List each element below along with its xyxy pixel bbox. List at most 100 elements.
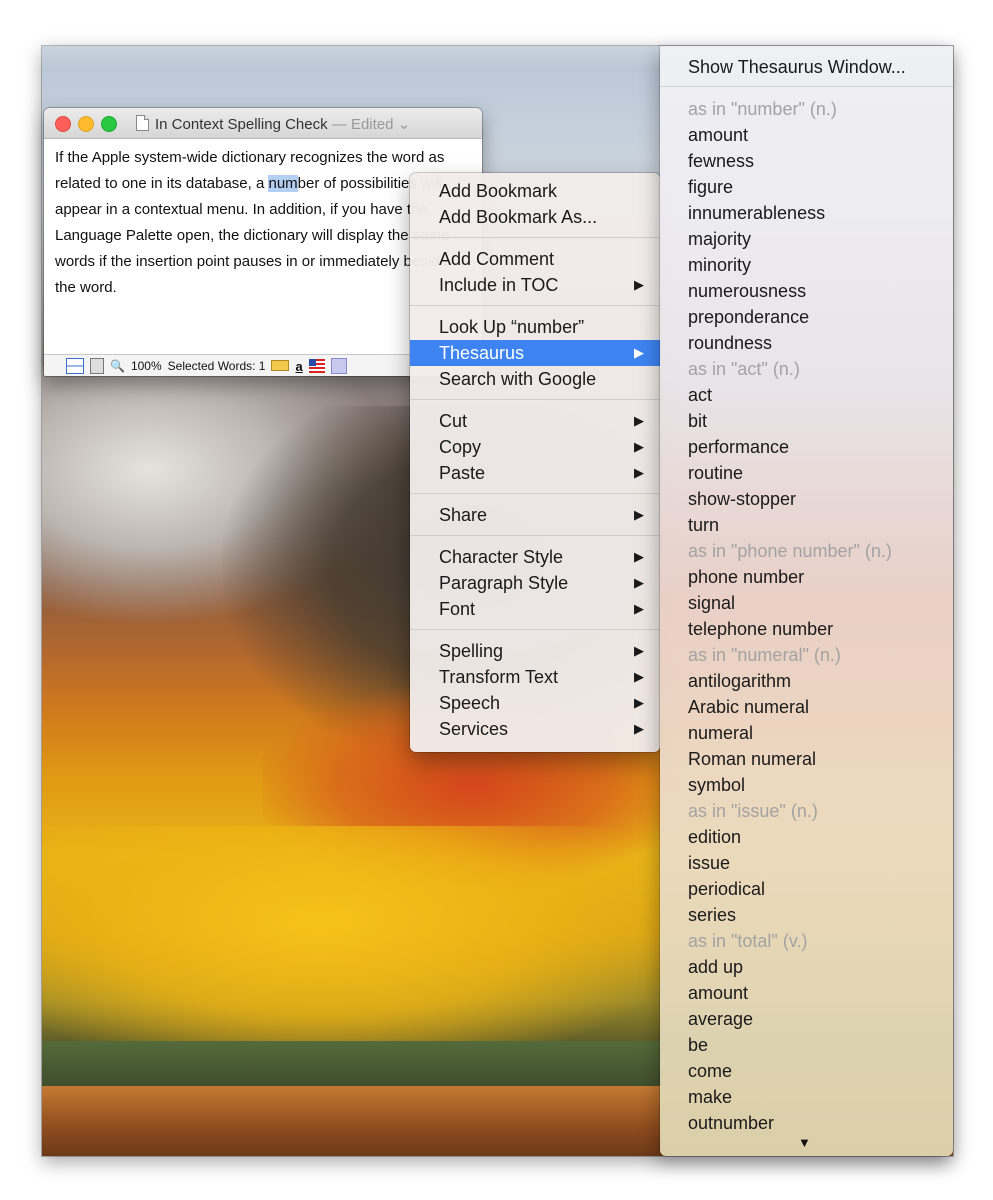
thesaurus-synonym-item[interactable]: phone number xyxy=(660,564,953,590)
thesaurus-synonym-item[interactable]: Roman numeral xyxy=(660,746,953,772)
thesaurus-synonym-item[interactable]: edition xyxy=(660,824,953,850)
thesaurus-synonym-item[interactable]: routine xyxy=(660,460,953,486)
thesaurus-synonym-item[interactable]: minority xyxy=(660,252,953,278)
zoom-window-button[interactable] xyxy=(101,116,117,132)
menu-item-label: Paste xyxy=(439,463,486,483)
thesaurus-synonym-item[interactable]: performance xyxy=(660,434,953,460)
thesaurus-synonym-item[interactable]: issue xyxy=(660,850,953,876)
ruler-icon[interactable] xyxy=(271,360,290,371)
thesaurus-synonym-item[interactable]: make xyxy=(660,1084,953,1110)
thesaurus-synonym-item[interactable]: amount xyxy=(660,122,953,148)
menu-item-label: Paragraph Style xyxy=(439,573,569,593)
submenu-arrow-icon: ▶ xyxy=(634,413,644,428)
thesaurus-synonym-item[interactable]: turn xyxy=(660,512,953,538)
clipboard-icon[interactable] xyxy=(90,357,104,374)
thesaurus-synonym-item[interactable]: periodical xyxy=(660,876,953,902)
menu-item-font[interactable]: Font ▶ xyxy=(410,596,660,622)
thesaurus-synonym-item[interactable]: Arabic numeral xyxy=(660,694,953,720)
minimize-window-button[interactable] xyxy=(78,116,94,132)
menu-item-label: Spelling xyxy=(439,641,504,661)
submenu-arrow-icon: ▶ xyxy=(634,695,644,710)
menu-item-thesaurus[interactable]: Thesaurus ▶ xyxy=(410,340,660,366)
menu-item-label: Add Comment xyxy=(439,249,555,269)
document-title[interactable]: In Context Spelling Check — Edited ⌄ xyxy=(136,115,410,133)
document-icon xyxy=(136,115,149,131)
language-flag-icon[interactable] xyxy=(308,358,325,373)
document-titlebar[interactable]: In Context Spelling Check — Edited ⌄ xyxy=(44,108,482,139)
thesaurus-sense-header: as in "act" (n.) xyxy=(688,359,800,379)
menu-item-add-comment[interactable]: Add Comment xyxy=(410,246,660,272)
thesaurus-synonym-item[interactable]: antilogarithm xyxy=(660,668,953,694)
thesaurus-synonym-item[interactable]: show-stopper xyxy=(660,486,953,512)
thesaurus-sense-header: as in "numeral" (n.) xyxy=(688,645,841,665)
menu-item-label: Add Bookmark As... xyxy=(439,207,598,227)
amazon-icon[interactable]: a xyxy=(295,359,302,374)
thesaurus-sense-header: as in "phone number" (n.) xyxy=(688,541,892,561)
thesaurus-synonym-item[interactable]: innumerableness xyxy=(660,200,953,226)
menu-item-label: Copy xyxy=(439,437,482,457)
menu-separator xyxy=(410,305,660,306)
close-window-button[interactable] xyxy=(55,116,71,132)
thesaurus-synonym-item[interactable]: act xyxy=(660,382,953,408)
menu-item-label: Look Up “number” xyxy=(439,317,585,337)
text-box-icon[interactable] xyxy=(330,357,347,374)
menu-item-label: Transform Text xyxy=(439,667,559,687)
menu-item-copy[interactable]: Copy ▶ xyxy=(410,434,660,460)
chevron-down-icon[interactable]: ⌄ xyxy=(394,116,411,133)
menu-item-label: Thesaurus xyxy=(439,343,525,363)
menu-item-speech[interactable]: Speech ▶ xyxy=(410,690,660,716)
thesaurus-synonym-item[interactable]: symbol xyxy=(660,772,953,798)
menu-item-add-bookmark-as[interactable]: Add Bookmark As... xyxy=(410,204,660,230)
submenu-arrow-icon: ▶ xyxy=(634,643,644,658)
submenu-arrow-icon: ▶ xyxy=(634,439,644,454)
submenu-arrow-icon: ▶ xyxy=(634,345,644,360)
thesaurus-synonym-item[interactable]: numerousness xyxy=(660,278,953,304)
menu-item-services[interactable]: Services ▶ xyxy=(410,716,660,742)
thesaurus-synonym-item[interactable]: preponderance xyxy=(660,304,953,330)
menu-item-label: Character Style xyxy=(439,547,564,567)
thesaurus-synonym-item[interactable]: roundness xyxy=(660,330,953,356)
zoom-level[interactable]: 100% xyxy=(131,359,162,373)
thesaurus-submenu: Show Thesaurus Window... as in "number" … xyxy=(660,46,953,1156)
thesaurus-synonym-item[interactable]: amount xyxy=(660,980,953,1006)
menu-item-look-up-number[interactable]: Look Up “number” xyxy=(410,314,660,340)
menu-item-label: Services xyxy=(439,719,509,739)
show-thesaurus-window-item[interactable]: Show Thesaurus Window... xyxy=(660,46,953,87)
menu-item-cut[interactable]: Cut ▶ xyxy=(410,408,660,434)
menu-separator xyxy=(410,493,660,494)
thesaurus-synonym-item[interactable]: numeral xyxy=(660,720,953,746)
thesaurus-sense-header: as in "total" (v.) xyxy=(688,931,808,951)
menu-item-label: Speech xyxy=(439,693,501,713)
thesaurus-synonym-item[interactable]: come xyxy=(660,1058,953,1084)
thesaurus-synonym-item[interactable]: telephone number xyxy=(660,616,953,642)
submenu-arrow-icon: ▶ xyxy=(634,549,644,564)
menu-item-label: Cut xyxy=(439,411,468,431)
thesaurus-synonym-item[interactable]: signal xyxy=(660,590,953,616)
submenu-arrow-icon: ▶ xyxy=(634,601,644,616)
menu-item-share[interactable]: Share ▶ xyxy=(410,502,660,528)
thesaurus-synonym-item[interactable]: average xyxy=(660,1006,953,1032)
menu-item-spelling[interactable]: Spelling ▶ xyxy=(410,638,660,664)
menu-item-transform-text[interactable]: Transform Text ▶ xyxy=(410,664,660,690)
page-layout-icon[interactable] xyxy=(66,357,84,374)
menu-item-paste[interactable]: Paste ▶ xyxy=(410,460,660,486)
selected-words-count: Selected Words: 1 xyxy=(167,358,266,373)
magnifier-icon[interactable]: 🔍 xyxy=(110,359,125,373)
menu-item-label: Font xyxy=(439,599,476,619)
thesaurus-synonym-item[interactable]: series xyxy=(660,902,953,928)
edited-label: Edited xyxy=(350,116,394,133)
thesaurus-synonym-item[interactable]: add up xyxy=(660,954,953,980)
menu-item-paragraph-style[interactable]: Paragraph Style ▶ xyxy=(410,570,660,596)
menu-item-search-with-google[interactable]: Search with Google xyxy=(410,366,660,392)
scroll-down-arrow-icon[interactable]: ▼ xyxy=(798,1135,811,1150)
thesaurus-synonym-item[interactable]: majority xyxy=(660,226,953,252)
thesaurus-synonym-item[interactable]: outnumber xyxy=(660,1110,953,1136)
thesaurus-synonym-item[interactable]: figure xyxy=(660,174,953,200)
menu-item-include-in-toc[interactable]: Include in TOC ▶ xyxy=(410,272,660,298)
menu-separator xyxy=(410,399,660,400)
thesaurus-synonym-item[interactable]: fewness xyxy=(660,148,953,174)
menu-item-character-style[interactable]: Character Style ▶ xyxy=(410,544,660,570)
thesaurus-synonym-item[interactable]: be xyxy=(660,1032,953,1058)
thesaurus-synonym-item[interactable]: bit xyxy=(660,408,953,434)
menu-item-add-bookmark[interactable]: Add Bookmark xyxy=(410,178,660,204)
